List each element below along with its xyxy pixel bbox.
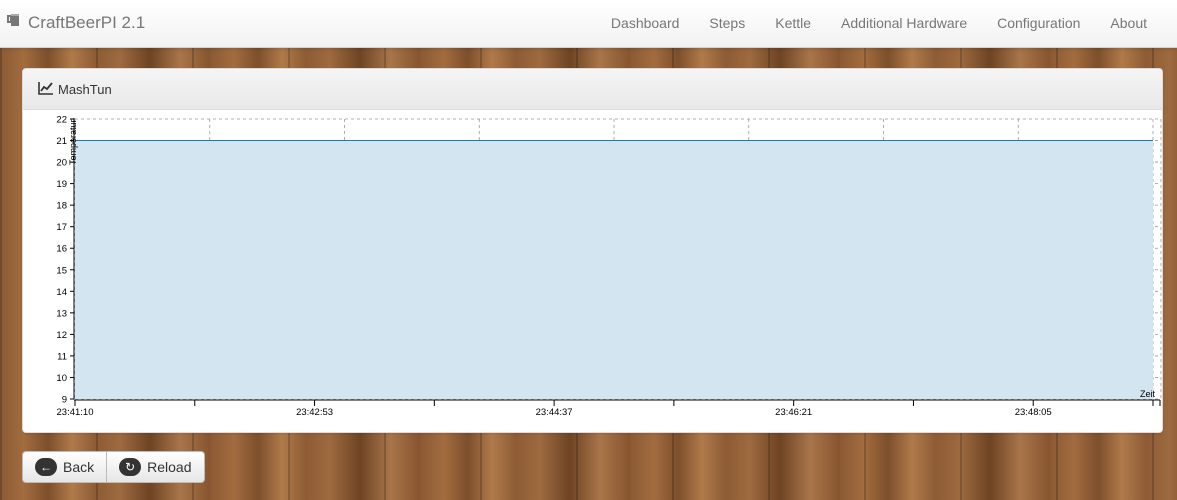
y-tick-label: 11 [57, 351, 67, 362]
series-area [75, 140, 1153, 400]
nav-steps[interactable]: Steps [709, 0, 745, 47]
y-tick-label: 20 [56, 158, 67, 169]
y-tick-label: 14 [56, 287, 67, 298]
brand-label: CraftBeerPI 2.1 [28, 12, 146, 32]
reload-button[interactable]: ↻ Reload [107, 451, 205, 483]
x-tick-label: 23:41:10 [57, 407, 94, 418]
y-tick-label: 16 [56, 244, 67, 255]
x-tick-label: 23:48:05 [1015, 407, 1052, 418]
x-tick-label: 23:44:37 [536, 407, 573, 418]
beer-mug-icon [7, 12, 23, 33]
nav-kettle[interactable]: Kettle [775, 0, 811, 47]
y-tick-label: 15 [56, 265, 67, 276]
chart-svg: 9 10 11 12 13 14 15 16 17 18 19 20 21 22 23:41:10 23:42… [56, 115, 1162, 418]
circle-arrow-left-icon: ← [35, 458, 57, 476]
x-tick-label: 23:46:21 [775, 407, 812, 418]
y-tick-label: 10 [56, 373, 67, 384]
chart-panel: MashTun 9 10 11 12 13 14 15 16 17 18 19 20 21 22 23:41… [22, 68, 1163, 433]
x-tick-label: 23:42:53 [296, 407, 333, 418]
nav-configuration[interactable]: Configuration [997, 0, 1080, 47]
nav-about[interactable]: About [1110, 0, 1147, 47]
y-tick-label: 22 [56, 115, 67, 126]
y-tick-label: 19 [56, 179, 67, 190]
brand[interactable]: CraftBeerPI 2.1 [7, 12, 145, 33]
panel-heading: MashTun [23, 69, 1162, 110]
reload-button-label: Reload [147, 459, 192, 475]
action-buttons: ← Back ↻ Reload [22, 451, 205, 483]
y-tick-label: 21 [56, 136, 67, 147]
back-button-label: Back [63, 459, 95, 475]
navbar: CraftBeerPI 2.1 Dashboard Steps Kettle A… [0, 0, 1177, 48]
chart-series [75, 140, 1153, 400]
y-tick-label: 13 [56, 308, 67, 319]
nav-additional-hardware[interactable]: Additional Hardware [841, 0, 967, 47]
line-chart-icon [38, 81, 54, 98]
y-tick-label: 18 [56, 201, 67, 212]
y-tick-label: 17 [56, 222, 67, 233]
nav-dashboard[interactable]: Dashboard [611, 0, 680, 47]
x-axis-label: Zeit [1140, 389, 1156, 399]
back-button[interactable]: ← Back [22, 451, 108, 483]
y-tick-label: 9 [62, 395, 67, 406]
main-nav: Dashboard Steps Kettle Additional Hardwa… [611, 0, 1177, 47]
y-axis-label: Temperatur [68, 119, 78, 165]
refresh-icon: ↻ [119, 458, 142, 476]
temperature-chart: 9 10 11 12 13 14 15 16 17 18 19 20 21 22 23:41:10 23:42… [23, 110, 1162, 432]
y-tick-label: 12 [56, 330, 67, 341]
panel-title: MashTun [58, 81, 112, 97]
